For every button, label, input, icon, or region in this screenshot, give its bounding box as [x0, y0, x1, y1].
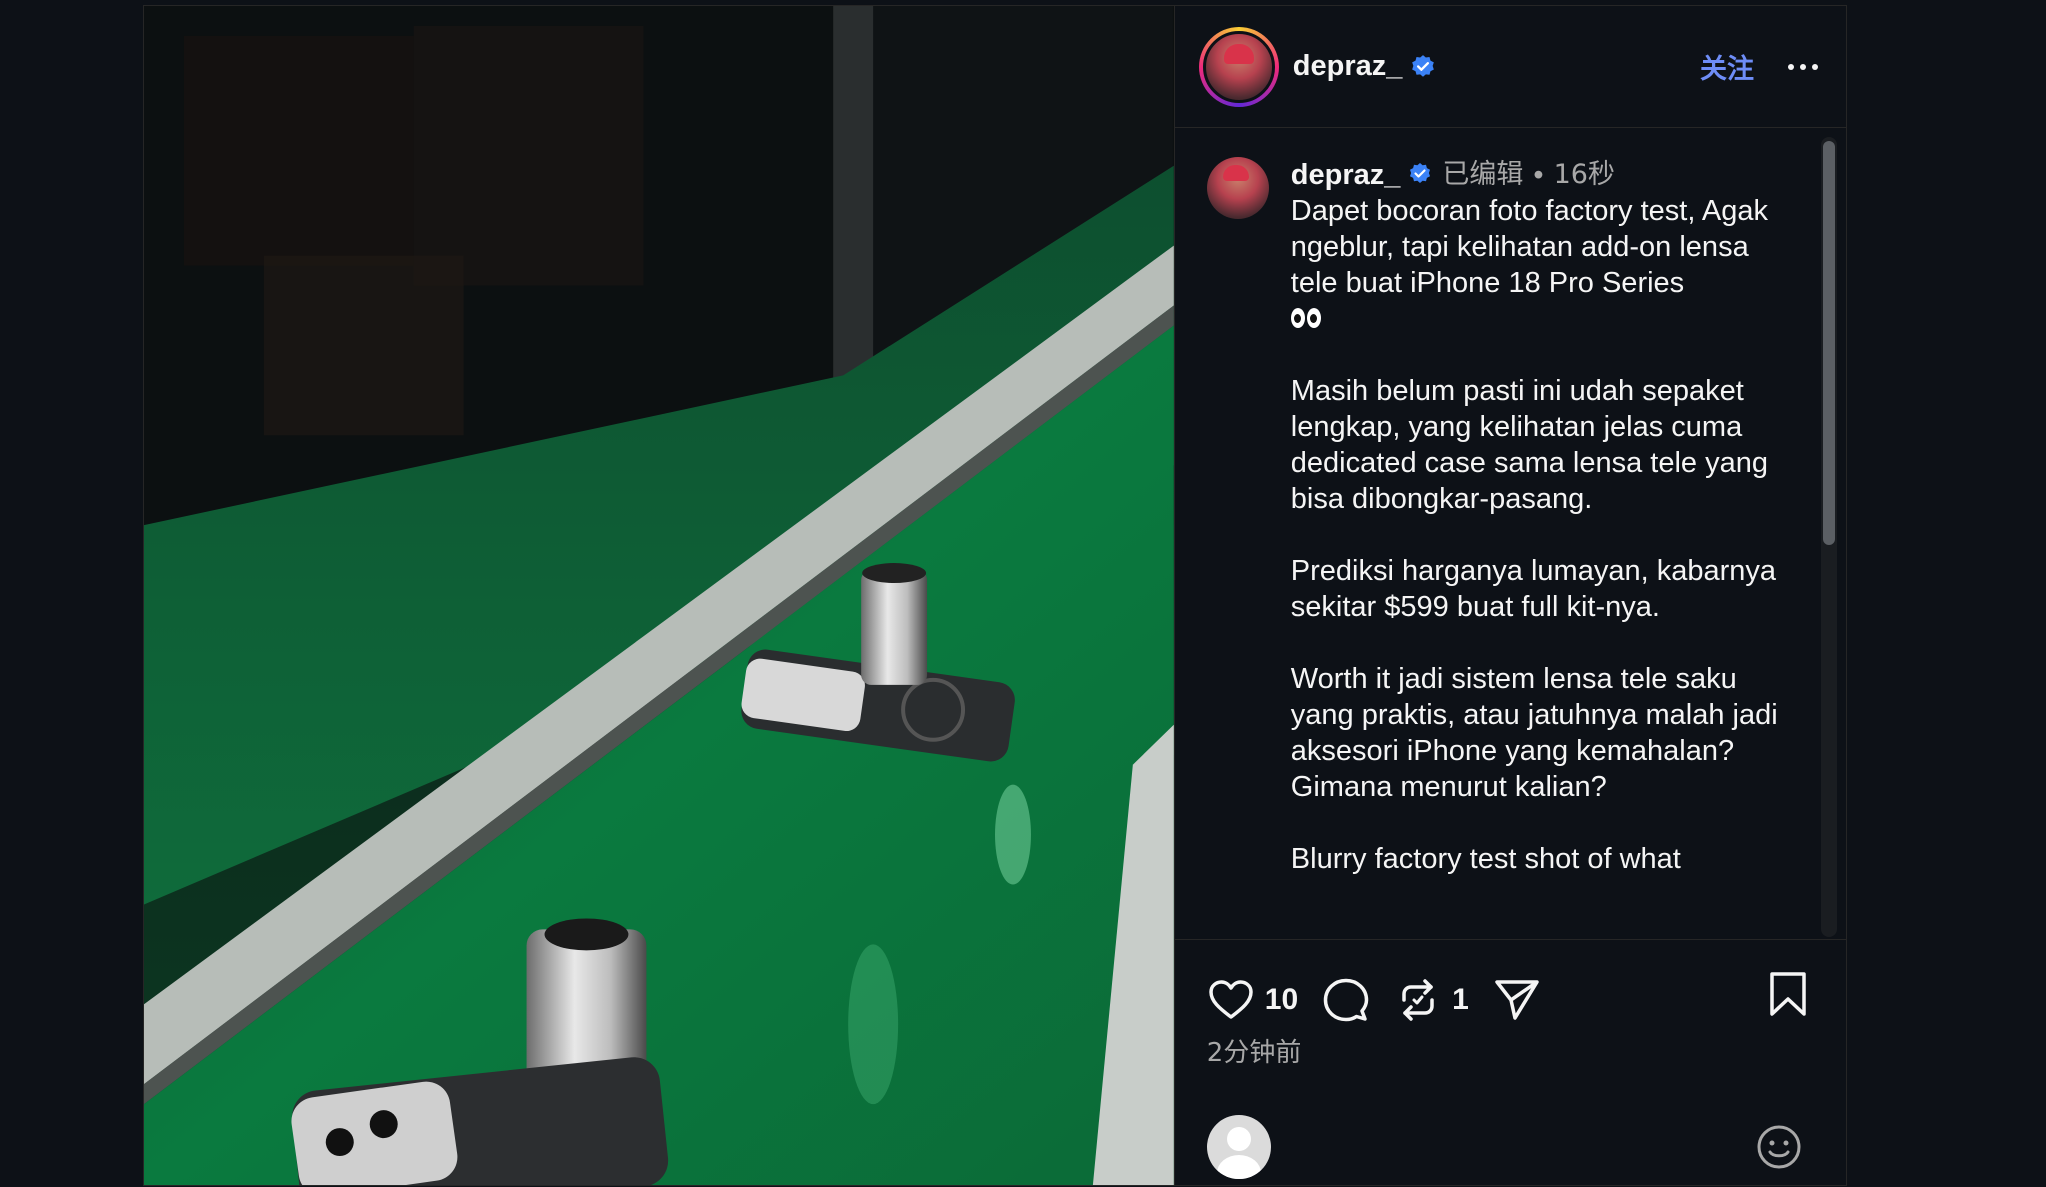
caption-paragraph-5: Blurry factory test shot of what	[1290, 843, 1681, 875]
share-button[interactable]	[1493, 976, 1541, 1024]
repost-count[interactable]: 1	[1452, 983, 1469, 1017]
caption-paragraph-2: Masih belum pasti ini udah sepaket lengk…	[1290, 375, 1768, 515]
repost-icon	[1402, 979, 1434, 1021]
viewer-avatar	[1206, 1114, 1271, 1179]
edited-label: 已编辑	[1442, 159, 1524, 190]
bookmark-icon	[1770, 972, 1806, 1016]
caption-scroll-area[interactable]: depraz_ 已编辑 • 16秒 Dapet bocoran foto fac	[1175, 129, 1847, 939]
caption-paragraph-4: Worth it jadi sistem lensa tele saku yan…	[1290, 663, 1778, 803]
author-username[interactable]: depraz_	[1293, 50, 1403, 83]
post-photo[interactable]	[144, 6, 1174, 1185]
follow-button[interactable]: 关注	[1700, 47, 1754, 86]
post-header: depraz_ 关注	[1174, 6, 1846, 128]
post-actions: 10 1 2分钟前	[1174, 939, 1847, 1069]
caption-author-avatar[interactable]	[1206, 157, 1269, 219]
caption-username[interactable]: depraz_	[1291, 157, 1401, 193]
caption-header: depraz_ 已编辑 • 16秒	[1291, 157, 1791, 193]
post-timestamp[interactable]: 2分钟前	[1175, 1032, 1847, 1069]
like-count[interactable]: 10	[1265, 983, 1298, 1017]
factory-conveyor-photo	[144, 6, 1174, 1185]
author-avatar[interactable]	[1202, 30, 1275, 103]
caption-body: depraz_ 已编辑 • 16秒 Dapet bocoran foto fac	[1290, 157, 1791, 877]
caption-text: Dapet bocoran foto factory test, Agak ng…	[1290, 195, 1768, 299]
like-button[interactable]: 10	[1207, 976, 1298, 1024]
caption: depraz_ 已编辑 • 16秒 Dapet bocoran foto fac	[1175, 129, 1847, 877]
author-avatar-ring[interactable]	[1198, 26, 1279, 107]
heart-icon	[1209, 980, 1253, 1019]
action-row: 10 1	[1175, 940, 1847, 1030]
verified-badge-icon	[1408, 162, 1434, 188]
comment-button[interactable]	[1322, 976, 1370, 1024]
eyes-emoji-icon	[1290, 308, 1321, 328]
caption-paragraph-1: Dapet bocoran foto factory test, Agak ng…	[1290, 193, 1791, 337]
post-details-pane: depraz_ 关注 depraz_ 已编辑 • 16秒 Dapet bocor…	[1173, 6, 1847, 1187]
repost-button[interactable]: 1	[1394, 976, 1469, 1024]
more-options-icon[interactable]	[1784, 60, 1822, 74]
verified-badge-icon	[1410, 54, 1436, 80]
post-modal: depraz_ 关注 depraz_ 已编辑 • 16秒 Dapet bocor…	[143, 5, 1847, 1186]
emoji-icon[interactable]	[1755, 1123, 1803, 1171]
comment-input[interactable]	[1294, 1121, 1755, 1172]
separator-dot: •	[1533, 159, 1544, 191]
caption-timestamp[interactable]: 16秒	[1554, 157, 1615, 193]
caption-scrollbar[interactable]	[1820, 137, 1837, 937]
comment-composer	[1175, 1106, 1847, 1187]
scrollbar-thumb[interactable]	[1822, 141, 1835, 545]
bookmark-button[interactable]	[1765, 970, 1811, 1023]
comment-icon	[1323, 978, 1369, 1022]
share-icon	[1495, 980, 1539, 1020]
caption-paragraph-3: Prediksi harganya lumayan, kabarnya seki…	[1290, 555, 1777, 623]
